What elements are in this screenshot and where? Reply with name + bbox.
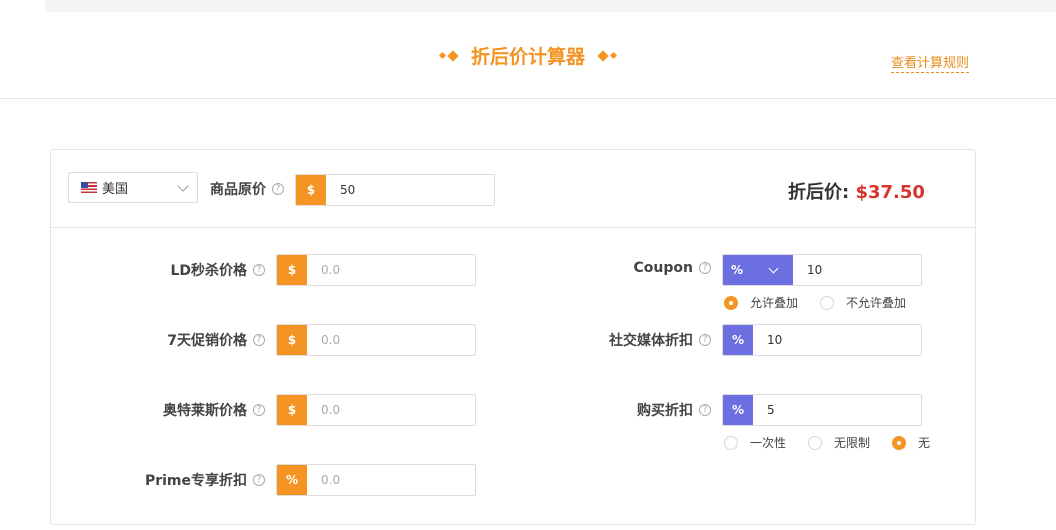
percent-prefix: % bbox=[723, 395, 753, 425]
country-label: 美国 bbox=[102, 182, 129, 197]
coupon-type-dropdown[interactable]: % bbox=[723, 255, 793, 285]
ld-deal-input[interactable]: $ 0.0 bbox=[276, 254, 476, 286]
currency-prefix: $ bbox=[277, 255, 307, 285]
ld-deal-label: LD秒杀价格 ? bbox=[170, 260, 265, 280]
coupon-value[interactable]: 10 bbox=[793, 255, 921, 285]
currency-prefix: $ bbox=[296, 175, 326, 205]
radio-checked-icon bbox=[892, 435, 907, 450]
coupon-label: Coupon ? bbox=[634, 260, 711, 276]
radio-unchecked-icon bbox=[724, 435, 738, 450]
social-discount-label: 社交媒体折扣 ? bbox=[609, 330, 711, 350]
radio-none[interactable]: 无 bbox=[892, 434, 930, 451]
radio-unlimited[interactable]: 无限制 bbox=[808, 434, 870, 451]
top-strip bbox=[45, 0, 1056, 12]
radio-unchecked-icon bbox=[820, 295, 835, 310]
help-icon[interactable]: ? bbox=[272, 183, 284, 195]
currency-prefix: $ bbox=[277, 325, 307, 355]
percent-prefix: % bbox=[723, 325, 753, 355]
purchase-discount-input[interactable]: % 5 bbox=[722, 394, 922, 426]
result-value: $37.50 bbox=[855, 182, 925, 203]
chevron-down-icon bbox=[768, 263, 779, 274]
page-title: 折后价计算器 bbox=[438, 42, 618, 69]
radio-unchecked-icon bbox=[808, 435, 823, 450]
prime-discount-placeholder[interactable]: 0.0 bbox=[307, 465, 475, 495]
original-price-input[interactable]: $ 50 bbox=[295, 174, 495, 206]
radio-no-stack[interactable]: 不允许叠加 bbox=[820, 294, 906, 311]
currency-prefix: $ bbox=[277, 395, 307, 425]
help-icon[interactable]: ? bbox=[253, 334, 265, 346]
outlet-price-placeholder[interactable]: 0.0 bbox=[307, 395, 475, 425]
outlet-price-input[interactable]: $ 0.0 bbox=[276, 394, 476, 426]
percent-prefix: % bbox=[277, 465, 307, 495]
radio-allow-stack[interactable]: 允许叠加 bbox=[724, 294, 798, 311]
outlet-price-label: 奥特莱斯价格 ? bbox=[163, 400, 265, 420]
card-top-row: 美国 商品原价 ? $ 50 折后价: $37.50 bbox=[51, 150, 975, 228]
page-header: 折后价计算器 查看计算规则 bbox=[0, 12, 1056, 99]
country-select[interactable]: 美国 bbox=[68, 172, 198, 203]
us-flag-icon bbox=[81, 182, 97, 193]
seven-day-promo-placeholder[interactable]: 0.0 bbox=[307, 325, 475, 355]
radio-checked-icon bbox=[724, 295, 738, 310]
coupon-input[interactable]: % 10 bbox=[722, 254, 922, 286]
prime-discount-label: Prime专享折扣 ? bbox=[145, 470, 265, 490]
seven-day-promo-label: 7天促销价格 ? bbox=[167, 330, 265, 350]
help-icon[interactable]: ? bbox=[253, 404, 265, 416]
help-icon[interactable]: ? bbox=[699, 334, 711, 346]
chevron-down-icon bbox=[177, 180, 189, 192]
seven-day-promo-input[interactable]: $ 0.0 bbox=[276, 324, 476, 356]
result-label: 折后价: bbox=[788, 182, 850, 203]
discounted-price: 折后价: $37.50 bbox=[788, 178, 925, 204]
help-icon[interactable]: ? bbox=[699, 262, 711, 274]
calculation-rules-link[interactable]: 查看计算规则 bbox=[891, 52, 970, 73]
purchase-limit-options: 一次性 无限制 无 bbox=[724, 434, 952, 451]
original-price-value[interactable]: 50 bbox=[326, 175, 494, 205]
help-icon[interactable]: ? bbox=[699, 404, 711, 416]
help-icon[interactable]: ? bbox=[253, 474, 265, 486]
coupon-type-value: % bbox=[731, 263, 744, 277]
radio-one-time[interactable]: 一次性 bbox=[724, 434, 786, 451]
page-title-text: 折后价计算器 bbox=[470, 46, 585, 68]
ld-deal-placeholder[interactable]: 0.0 bbox=[307, 255, 475, 285]
social-discount-value[interactable]: 10 bbox=[753, 325, 921, 355]
social-discount-input[interactable]: % 10 bbox=[722, 324, 922, 356]
diamond-decoration-icon bbox=[438, 49, 459, 62]
help-icon[interactable]: ? bbox=[253, 264, 265, 276]
purchase-discount-label: 购买折扣 ? bbox=[637, 400, 711, 420]
prime-discount-input[interactable]: % 0.0 bbox=[276, 464, 476, 496]
original-price-label: 商品原价 ? bbox=[210, 179, 284, 199]
coupon-stack-options: 允许叠加 不允许叠加 bbox=[724, 294, 928, 311]
calculator-card: 美国 商品原价 ? $ 50 折后价: $37.50 LD秒杀价格 ? $ 0.… bbox=[50, 149, 976, 525]
purchase-discount-value[interactable]: 5 bbox=[753, 395, 921, 425]
diamond-decoration-icon bbox=[597, 49, 618, 62]
